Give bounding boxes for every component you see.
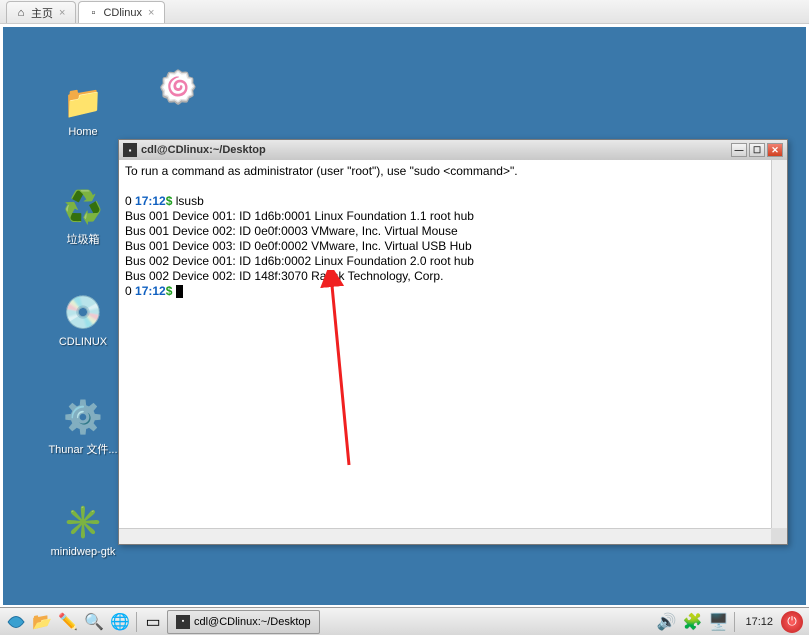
task-label: cdl@CDlinux:~/Desktop xyxy=(194,616,311,628)
desktop-icon-candy[interactable]: 🍥 xyxy=(158,67,198,111)
terminal-cursor xyxy=(176,285,183,298)
file-manager-launcher[interactable]: 📂 xyxy=(30,610,54,634)
terminal-icon: ▪ xyxy=(176,615,190,629)
volume-tray-icon[interactable]: 🔊 xyxy=(654,610,678,634)
terminal-title: cdl@CDlinux:~/Desktop xyxy=(141,144,729,156)
browser-tab-cdlinux[interactable]: ▫ CDlinux × xyxy=(78,1,165,23)
browser-tab-home[interactable]: ⌂ 主页 × xyxy=(6,1,76,23)
minimize-button[interactable]: — xyxy=(731,143,747,157)
file-manager-icon: ⚙️ xyxy=(63,397,103,437)
browser-tab-bar: ⌂ 主页 × ▫ CDlinux × xyxy=(0,0,809,24)
prompt-time: 17:12 xyxy=(135,284,166,298)
desktop-icon-trash[interactable]: ♻️ 垃圾箱 xyxy=(38,187,128,247)
tab-close-icon[interactable]: × xyxy=(146,7,156,19)
search-launcher[interactable]: 🔍 xyxy=(82,610,106,634)
prompt-number: 0 xyxy=(125,194,132,208)
app-icon: ✳️ xyxy=(63,502,103,542)
desktop-area[interactable]: 📁 Home ♻️ 垃圾箱 💿 CDLINUX ⚙️ Thunar 文件... … xyxy=(3,27,806,605)
taskbar-separator xyxy=(734,612,735,632)
editor-launcher[interactable]: ✏️ xyxy=(56,610,80,634)
terminal-icon: ▪ xyxy=(123,143,137,157)
terminal-output-line: Bus 001 Device 002: ID 0e0f:0003 VMware,… xyxy=(125,224,781,239)
terminal-command: lsusb xyxy=(176,194,204,208)
maximize-button[interactable]: ☐ xyxy=(749,143,765,157)
tab-label: 主页 xyxy=(31,5,53,21)
desktop-icon-minidwep[interactable]: ✳️ minidwep-gtk xyxy=(38,502,128,558)
taskbar-task-terminal[interactable]: ▪ cdl@CDlinux:~/Desktop xyxy=(167,610,320,634)
prompt-time: 17:12 xyxy=(135,194,166,208)
terminal-titlebar[interactable]: ▪ cdl@CDlinux:~/Desktop — ☐ ✕ xyxy=(119,140,787,160)
network-tray-icon[interactable]: 🖥️ xyxy=(706,610,730,634)
page-icon: ▫ xyxy=(87,7,99,19)
icon-label: minidwep-gtk xyxy=(38,546,128,558)
icon-label: 垃圾箱 xyxy=(38,231,128,247)
taskbar-separator xyxy=(136,612,137,632)
taskbar: 📂 ✏️ 🔍 🌐 ▭ ▪ cdl@CDlinux:~/Desktop 🔊 🧩 🖥… xyxy=(0,607,809,635)
tab-label: CDlinux xyxy=(103,7,142,19)
app-tray-icon[interactable]: 🧩 xyxy=(680,610,704,634)
candy-icon: 🍥 xyxy=(158,67,198,107)
terminal-prompt-line: 0 17:12$ xyxy=(125,284,781,299)
power-button[interactable]: ⏻ xyxy=(781,611,803,633)
icon-label: Home xyxy=(38,126,128,138)
close-button[interactable]: ✕ xyxy=(767,143,783,157)
start-menu-button[interactable] xyxy=(4,610,28,634)
cd-icon: 💿 xyxy=(63,292,103,332)
terminal-output-line: Bus 001 Device 003: ID 0e0f:0002 VMware,… xyxy=(125,239,781,254)
icon-label: CDLINUX xyxy=(38,336,128,348)
desktop-icon-cdlinux[interactable]: 💿 CDLINUX xyxy=(38,292,128,348)
prompt-dollar: $ xyxy=(166,194,173,208)
browser-launcher[interactable]: 🌐 xyxy=(108,610,132,634)
tab-close-icon[interactable]: × xyxy=(57,7,67,19)
prompt-number: 0 xyxy=(125,284,132,298)
trash-icon: ♻️ xyxy=(63,187,103,227)
prompt-dollar: $ xyxy=(166,284,173,298)
terminal-output-line: Bus 002 Device 001: ID 1d6b:0002 Linux F… xyxy=(125,254,781,269)
folder-icon: 📁 xyxy=(63,82,103,122)
terminal-body[interactable]: To run a command as administrator (user … xyxy=(119,160,787,544)
show-desktop-button[interactable]: ▭ xyxy=(141,610,165,634)
home-icon: ⌂ xyxy=(15,7,27,19)
vertical-scrollbar[interactable] xyxy=(771,160,787,528)
terminal-prompt-line: 0 17:12$ lsusb xyxy=(125,194,781,209)
icon-label: Thunar 文件... xyxy=(38,441,128,457)
scroll-resize-corner[interactable] xyxy=(771,528,787,544)
terminal-intro-text: To run a command as administrator (user … xyxy=(125,164,781,179)
terminal-output-line: Bus 002 Device 002: ID 148f:3070 Ralink … xyxy=(125,269,781,284)
horizontal-scrollbar[interactable] xyxy=(119,528,771,544)
terminal-window[interactable]: ▪ cdl@CDlinux:~/Desktop — ☐ ✕ To run a c… xyxy=(118,139,788,545)
desktop-icon-thunar[interactable]: ⚙️ Thunar 文件... xyxy=(38,397,128,457)
desktop-icon-home[interactable]: 📁 Home xyxy=(38,82,128,138)
terminal-output-line: Bus 001 Device 001: ID 1d6b:0001 Linux F… xyxy=(125,209,781,224)
taskbar-clock[interactable]: 17:12 xyxy=(739,616,779,628)
